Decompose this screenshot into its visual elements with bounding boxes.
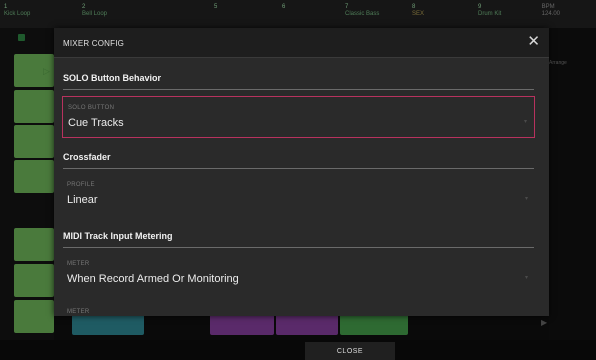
field-label: PROFILE xyxy=(67,182,95,188)
bottom-bar xyxy=(0,340,596,360)
track-name: Bell Loop xyxy=(82,11,108,17)
track-name: Drum Kit xyxy=(478,11,502,17)
bpm-label: BPM xyxy=(541,4,555,10)
play-arrow-icon[interactable]: ▶ xyxy=(541,318,547,327)
track-6-header: 6 xyxy=(282,4,285,11)
section-divider xyxy=(63,247,534,248)
close-button[interactable]: CLOSE xyxy=(305,342,395,360)
section-title-solo: SOLO Button Behavior xyxy=(63,73,162,83)
track-2-header: 2 Bell Loop xyxy=(82,4,107,18)
track-number: 8 xyxy=(412,4,416,10)
section-title-crossfader: Crossfader xyxy=(63,152,111,162)
track-name: SEX xyxy=(412,11,425,17)
bpm-value: 124.00 xyxy=(541,11,560,17)
chevron-down-icon: ▾ xyxy=(524,275,528,281)
track-number: 7 xyxy=(345,4,349,10)
dialog-title: MIXER CONFIG xyxy=(63,39,125,48)
track-1-header: 1 Kick Loop xyxy=(4,4,30,18)
track-8-header: 8 SEX xyxy=(412,4,424,18)
track-number: 5 xyxy=(214,4,218,10)
right-panel xyxy=(549,28,596,340)
field-label: METER xyxy=(67,261,90,267)
field-label: SOLO BUTTON xyxy=(68,105,115,111)
track-dot-icon xyxy=(18,34,25,41)
section-divider xyxy=(63,168,534,169)
clip-slot[interactable] xyxy=(276,313,338,335)
clip-slot[interactable] xyxy=(14,90,54,123)
clip-slot[interactable] xyxy=(14,160,54,193)
track-number: 2 xyxy=(82,4,86,10)
field-label: METER xyxy=(67,309,90,315)
field-value: When Record Armed Or Monitoring xyxy=(67,273,239,285)
track-5-header: 5 xyxy=(214,4,217,11)
track-number: 9 xyxy=(478,4,482,10)
section-divider xyxy=(63,89,534,90)
track-name: Kick Loop xyxy=(4,11,31,17)
dialog-header: MIXER CONFIG ✕ xyxy=(54,28,549,58)
solo-button-field[interactable]: SOLO BUTTON Cue Tracks ▾ xyxy=(62,96,535,138)
section-title-midi-metering: MIDI Track Input Metering xyxy=(63,231,173,241)
chevron-down-icon: ▾ xyxy=(524,196,528,202)
clip-slot[interactable] xyxy=(72,313,144,335)
clip-slot[interactable] xyxy=(14,300,54,333)
clip-slot[interactable] xyxy=(340,313,408,335)
track-number: 1 xyxy=(4,4,8,10)
field-value: Linear xyxy=(67,194,98,206)
arrange-label: Arrange xyxy=(549,60,567,66)
track-name: Classic Bass xyxy=(345,11,380,17)
clip-slot[interactable] xyxy=(14,264,54,297)
crossfader-profile-field[interactable]: PROFILE Linear ▾ xyxy=(62,174,535,216)
play-icon[interactable]: ▷ xyxy=(43,66,50,77)
midi-meter-field[interactable]: METER When Record Armed Or Monitoring ▾ xyxy=(62,253,535,295)
track-7-header: 7 Classic Bass xyxy=(345,4,379,18)
chevron-down-icon: ▾ xyxy=(523,119,527,125)
bpm-readout: BPM 124.00 xyxy=(542,4,560,18)
clip-slot[interactable] xyxy=(14,125,54,158)
close-icon[interactable]: ✕ xyxy=(527,34,540,49)
track-number: 6 xyxy=(282,4,286,10)
clip-slot[interactable] xyxy=(14,228,54,261)
track-9-header: 9 Drum Kit xyxy=(478,4,501,18)
clip-slot[interactable] xyxy=(210,313,274,335)
partial-meter-field[interactable]: METER xyxy=(62,301,535,316)
field-value: Cue Tracks xyxy=(68,117,124,129)
mixer-config-dialog: MIXER CONFIG ✕ SOLO Button Behavior SOLO… xyxy=(54,28,549,316)
